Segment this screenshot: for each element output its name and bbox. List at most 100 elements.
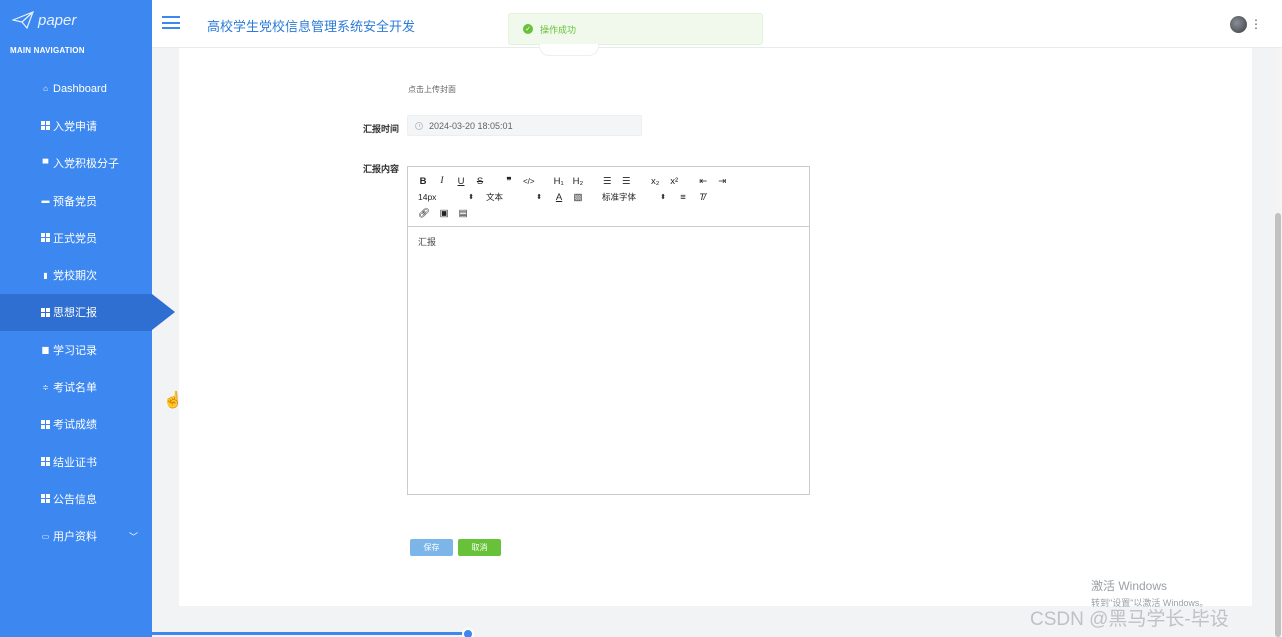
- nav-heading: MAIN NAVIGATION: [10, 46, 85, 55]
- report-content-label: 汇报内容: [363, 164, 400, 174]
- cancel-button[interactable]: 取消: [458, 539, 501, 556]
- sidebar-item-announcements[interactable]: 公告信息: [0, 480, 152, 517]
- chevron-down-icon: ﹀: [128, 531, 138, 542]
- sidebar-item-label: 入党申请: [53, 120, 97, 133]
- superscript-button[interactable]: x²: [669, 174, 679, 188]
- underline-button[interactable]: U: [456, 174, 466, 188]
- report-time-label: 汇报时间: [363, 124, 400, 134]
- sidebar-item-probationary-members[interactable]: ▬ 预备党员: [0, 182, 152, 219]
- subscript-button[interactable]: x₂: [650, 174, 660, 188]
- grid-icon: [41, 494, 50, 504]
- sidebar-item-exam-scores[interactable]: 考试成绩: [0, 406, 152, 443]
- sidebar-item-dashboard[interactable]: ⌂ Dashboard: [0, 70, 152, 107]
- header-select-value: 文本: [486, 192, 504, 202]
- sidebar-item-study-records[interactable]: ▆ 学习记录: [0, 331, 152, 368]
- ticket-icon: ▬: [41, 196, 50, 206]
- font-family-select[interactable]: 标准字体 ⬍: [602, 190, 666, 204]
- report-time-value: 2024-03-20 18:05:01: [429, 120, 513, 131]
- vertical-scrollbar[interactable]: [1274, 48, 1282, 637]
- watermark-line1: 激活 Windows: [1091, 579, 1168, 593]
- header2-button[interactable]: H₂: [573, 174, 584, 188]
- font-size-select[interactable]: 14px ⬍: [418, 190, 474, 204]
- lock-icon: ▆: [42, 345, 49, 355]
- sidebar: paper MAIN NAVIGATION ⌂ Dashboard 入党申请 ▀…: [0, 0, 175, 637]
- sidebar-item-certificates[interactable]: 结业证书: [0, 443, 152, 480]
- header-select[interactable]: 文本 ⬍: [486, 190, 542, 204]
- sidebar-item-label: 入党积极分子: [53, 158, 119, 171]
- hand-cursor-icon: ☝: [163, 392, 183, 409]
- sidebar-item-label: 结业证书: [53, 456, 97, 469]
- sidebar-item-label: 预备党员: [53, 195, 97, 208]
- sidebar-item-exam-list[interactable]: ≑ 考试名单: [0, 368, 152, 405]
- image-icon[interactable]: ▣: [439, 206, 449, 220]
- strike-button[interactable]: S: [475, 174, 485, 188]
- editor-content[interactable]: 汇报: [408, 227, 809, 256]
- sidebar-item-label: 考试成绩: [53, 419, 97, 432]
- check-circle-icon: ✓: [523, 24, 533, 34]
- header1-button[interactable]: H₁: [554, 174, 564, 188]
- logo[interactable]: paper: [0, 0, 152, 40]
- sidebar-item-thought-reports[interactable]: 思想汇报: [0, 293, 175, 332]
- rich-text-editor: B I U S ❞ </> H₁ H₂ ☰ ☰ x₂ x² ⇤ ⇥ 14px ⬍…: [407, 166, 810, 495]
- report-time-input[interactable]: 2024-03-20 18:05:01: [407, 115, 642, 136]
- sidebar-item-label: Dashboard: [53, 82, 107, 95]
- grid-icon: [41, 307, 50, 317]
- clock-icon: [415, 121, 423, 130]
- bar-chart-icon: ▮: [43, 270, 48, 280]
- sidebar-item-label: 思想汇报: [53, 307, 97, 320]
- background-color-icon[interactable]: ▧: [573, 190, 583, 204]
- comment-icon: ▀: [42, 158, 49, 168]
- sidebar-item-full-members[interactable]: 正式党员: [0, 219, 152, 256]
- editor-toolbar: B I U S ❞ </> H₁ H₂ ☰ ☰ x₂ x² ⇤ ⇥ 14px ⬍…: [408, 167, 809, 227]
- horizontal-progress-bar: [152, 632, 468, 635]
- font-color-icon[interactable]: A: [554, 190, 564, 204]
- sidebar-item-label: 学习记录: [53, 344, 97, 357]
- font-size-value: 14px: [418, 192, 437, 202]
- bold-button[interactable]: B: [418, 174, 428, 188]
- sidebar-item-user-profile[interactable]: ▭ 用户资料 ﹀: [0, 518, 152, 555]
- toast-message: 操作成功: [540, 24, 577, 35]
- sidebar-item-label: 用户资料: [53, 531, 97, 544]
- blockquote-icon[interactable]: ❞: [504, 174, 514, 188]
- grid-icon: [41, 419, 50, 429]
- home-icon: ⌂: [43, 84, 48, 94]
- sidebar-item-label: 公告信息: [53, 493, 97, 506]
- hamburger-menu-icon[interactable]: [162, 16, 180, 30]
- grid-icon: [41, 233, 50, 243]
- bullet-list-icon[interactable]: ☰: [621, 174, 631, 188]
- sidebar-item-label: 党校期次: [53, 270, 97, 283]
- upload-hint[interactable]: 点击上传封面: [408, 84, 456, 95]
- clear-format-icon[interactable]: T̸: [697, 190, 707, 204]
- italic-button[interactable]: I: [437, 174, 447, 188]
- code-block-icon[interactable]: </>: [523, 174, 535, 188]
- sidebar-item-activists[interactable]: ▀ 入党积极分子: [0, 145, 152, 182]
- ordered-list-icon[interactable]: ☰: [602, 174, 612, 188]
- font-family-value: 标准字体: [602, 192, 637, 202]
- cover-upload-area[interactable]: [539, 44, 599, 56]
- video-icon[interactable]: ▤: [458, 206, 468, 220]
- success-toast: ✓ 操作成功: [508, 13, 763, 45]
- top-bar: 高校学生党校信息管理系统安全开发 ✓ 操作成功 ⋮: [152, 0, 1282, 48]
- form-card: 点击上传封面 汇报时间 2024-03-20 18:05:01 汇报内容 B I…: [179, 44, 1252, 606]
- logo-text: paper: [38, 11, 77, 29]
- sidebar-item-school-sessions[interactable]: ▮ 党校期次: [0, 256, 152, 293]
- grid-icon: [41, 457, 50, 467]
- system-title: 高校学生党校信息管理系统安全开发: [207, 19, 416, 34]
- save-button[interactable]: 保存: [410, 539, 453, 556]
- paper-plane-icon: [12, 11, 34, 29]
- avatar[interactable]: [1230, 16, 1247, 33]
- indent-icon[interactable]: ⇥: [717, 174, 727, 188]
- csdn-watermark: CSDN @黑马学长-毕设: [1030, 609, 1229, 630]
- scrollbar-thumb[interactable]: [1275, 213, 1281, 637]
- sidebar-item-label: 正式党员: [53, 232, 97, 245]
- outdent-icon[interactable]: ⇤: [698, 174, 708, 188]
- main-nav: ⌂ Dashboard 入党申请 ▀ 入党积极分子 ▬ 预备党员 正式党员 ▮ …: [0, 70, 175, 555]
- sidebar-item-label: 考试名单: [53, 382, 97, 395]
- sliders-icon: ≑: [42, 382, 49, 392]
- progress-handle[interactable]: [462, 628, 474, 637]
- link-icon[interactable]: 🔗︎: [418, 206, 430, 220]
- grid-icon: [41, 121, 50, 131]
- more-vertical-icon[interactable]: ⋮: [1250, 18, 1262, 30]
- align-icon[interactable]: ≡: [678, 190, 688, 204]
- sidebar-item-party-application[interactable]: 入党申请: [0, 107, 152, 144]
